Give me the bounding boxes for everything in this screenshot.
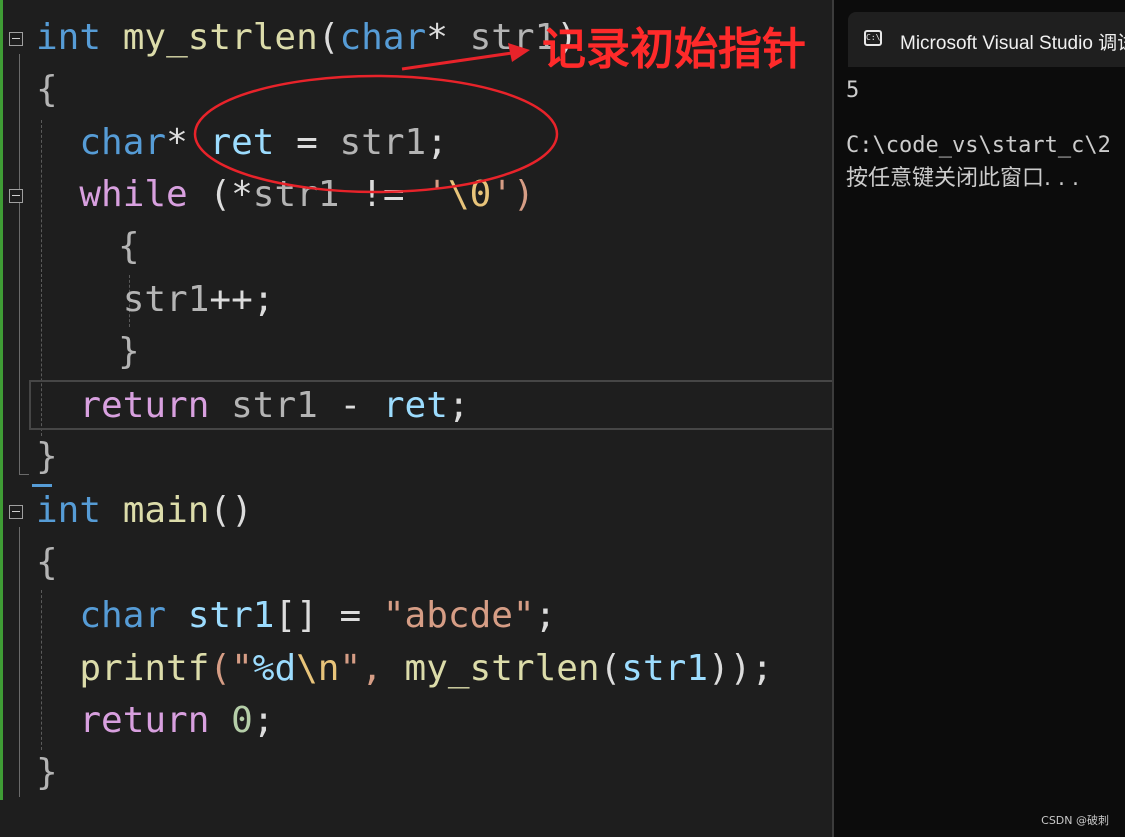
code-line-15[interactable]: } [36,747,58,799]
code-line-9[interactable]: } [36,431,58,483]
console-prompt-line: 按任意键关闭此窗口. . . [846,166,1079,191]
code-line-5[interactable]: { [118,221,140,273]
fold-guide [19,527,20,797]
console-tab[interactable]: C:\ Microsoft Visual Studio 调试 [848,12,1125,67]
collapse-icon[interactable] [9,189,23,203]
code-line-11[interactable]: { [36,537,58,589]
terminal-icon: C:\ [864,30,882,46]
console-tab-title: Microsoft Visual Studio 调试 [900,33,1125,54]
change-indicator-bar [0,0,3,800]
code-line-2[interactable]: { [36,64,58,116]
console-output-value: 5 [846,78,860,103]
code-line-7[interactable]: } [118,326,140,378]
fold-guide [19,54,20,474]
code-line-3[interactable]: char* ret = str1; [36,117,448,169]
code-line-13[interactable]: printf("%d\n", my_strlen(str1)); [36,643,773,695]
code-line-6[interactable]: str1++; [36,274,275,326]
code-line-10[interactable]: int main() [36,485,253,537]
code-line-1[interactable]: int my_strlen(char* str1) [36,12,578,64]
code-line-14[interactable]: return 0; [36,695,274,747]
code-line-12[interactable]: char str1[] = "abcde"; [36,590,556,642]
annotation-text: 记录初始指针 [542,24,806,75]
watermark: CSDN @破刺 [1041,814,1109,827]
collapse-icon[interactable] [9,505,23,519]
fold-guide-end [19,474,29,475]
collapse-icon[interactable] [9,32,23,46]
code-editor[interactable]: int my_strlen(char* str1) { char* ret = … [0,0,832,837]
debug-console-window[interactable]: C:\ Microsoft Visual Studio 调试 5 C:\code… [832,0,1125,837]
console-path-line: C:\code_vs\start_c\2 [846,133,1111,158]
code-line-8[interactable]: return str1 - ret; [36,380,469,432]
code-line-4[interactable]: while (*str1 != '\0') [36,169,534,221]
